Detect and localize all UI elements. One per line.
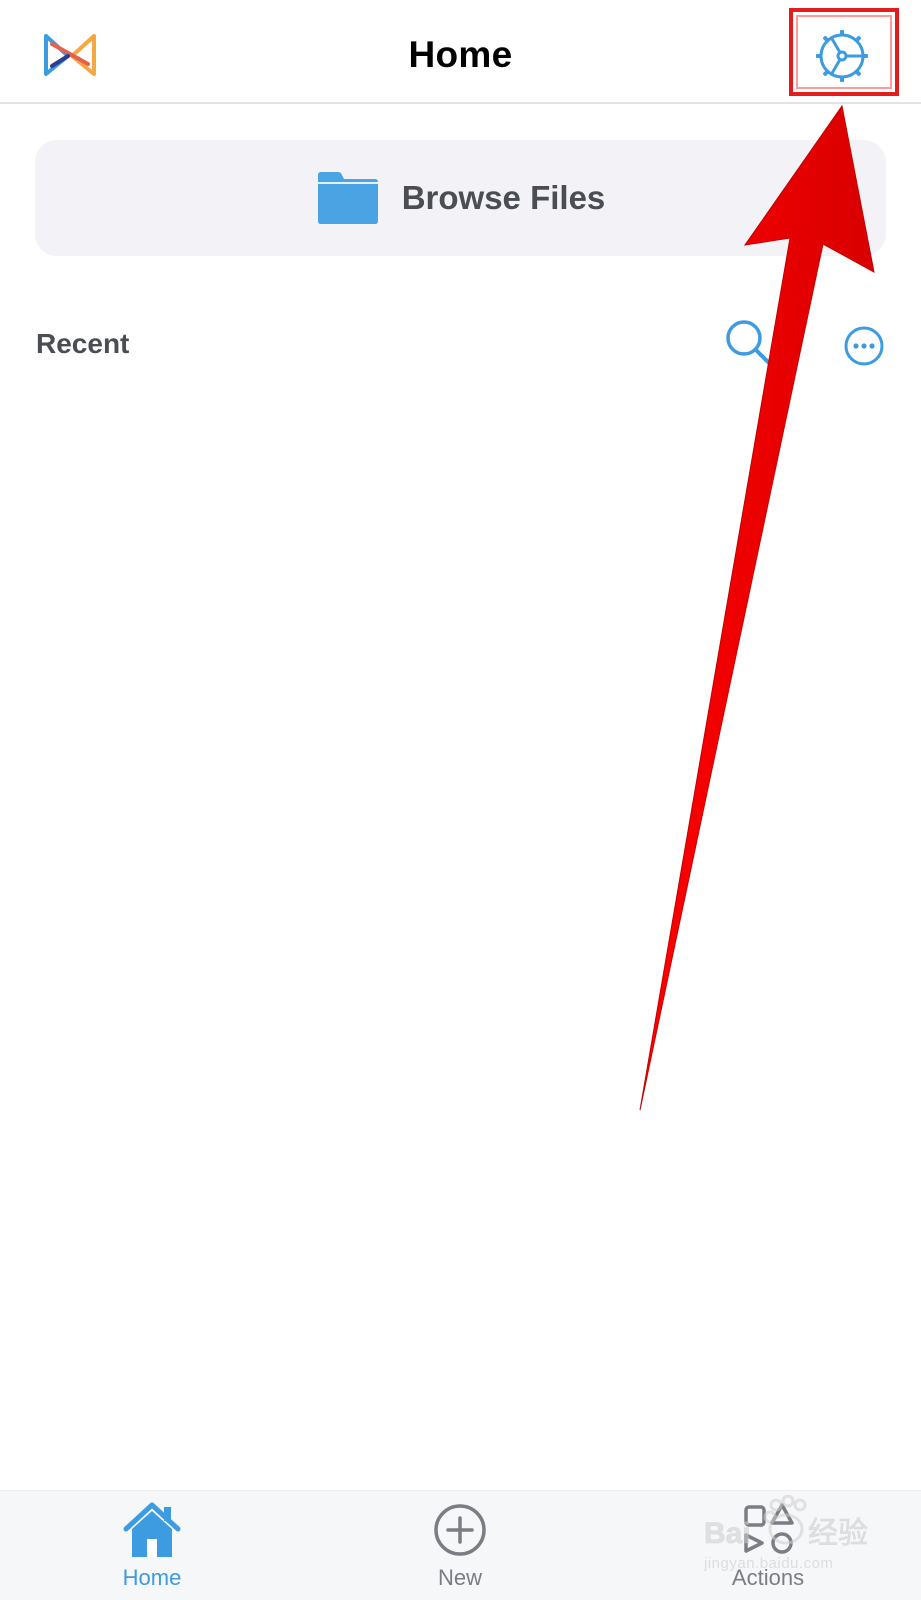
tab-actions[interactable]: Actions xyxy=(668,1491,868,1600)
tab-home[interactable]: Home xyxy=(52,1491,252,1600)
tab-bar: Home New Actions xyxy=(0,1490,921,1600)
folder-icon xyxy=(317,172,378,224)
actions-icon xyxy=(744,1503,794,1554)
home-icon xyxy=(123,1502,181,1557)
browse-files-button[interactable]: Browse Files xyxy=(35,140,886,256)
page-title: Home xyxy=(408,34,513,75)
more-icon xyxy=(844,326,884,366)
browse-files-label: Browse Files xyxy=(401,179,606,216)
search-icon xyxy=(726,320,774,368)
recent-section-title: Recent xyxy=(36,328,130,359)
more-options-button[interactable] xyxy=(842,324,886,368)
gear-icon xyxy=(816,30,868,82)
tab-home-label: Home xyxy=(122,1565,182,1590)
settings-button[interactable] xyxy=(810,26,874,86)
search-button[interactable] xyxy=(724,318,778,372)
home-screen: Home Browse Files Recent Home New Action… xyxy=(0,0,921,1600)
tab-actions-label: Actions xyxy=(731,1565,805,1590)
tab-new[interactable]: New xyxy=(360,1491,560,1600)
plus-circle-icon xyxy=(434,1504,486,1556)
tab-new-label: New xyxy=(437,1565,482,1590)
navigation-header: Home xyxy=(0,0,921,104)
